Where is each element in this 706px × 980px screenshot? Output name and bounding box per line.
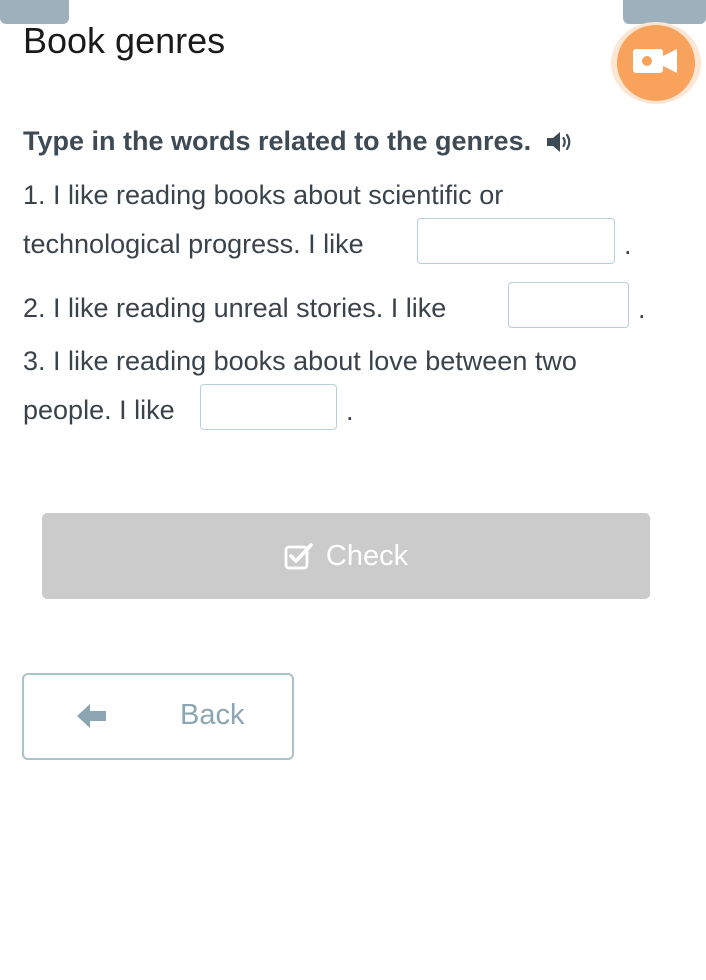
task-3-period: .: [346, 396, 354, 426]
check-button-label: Check: [325, 539, 409, 572]
top-right-tab[interactable]: [623, 0, 706, 24]
check-button[interactable]: Check: [42, 513, 650, 599]
task-3-line-2: people. I like: [23, 395, 175, 425]
back-button[interactable]: Back: [22, 673, 294, 760]
instruction-row: Type in the words related to the genres.: [23, 126, 573, 157]
video-call-button-face: [617, 25, 695, 101]
task-3-answer-input[interactable]: [200, 384, 337, 430]
checkbox-check-icon: [284, 542, 314, 570]
task-2-period: .: [638, 294, 646, 324]
page-title: Book genres: [23, 20, 226, 61]
video-call-button[interactable]: [611, 22, 701, 104]
instruction-text: Type in the words related to the genres.: [23, 126, 532, 156]
task-1-period: .: [624, 230, 632, 260]
video-camera-icon: [632, 46, 680, 81]
task-3-line-1: 3. I like reading books about love betwe…: [23, 346, 577, 376]
back-button-label: Back: [180, 699, 245, 731]
speaker-icon[interactable]: [545, 130, 573, 154]
task-1-line-2: technological progress. I like: [23, 229, 364, 259]
task-1-line-1: 1. I like reading books about scientific…: [23, 180, 504, 210]
arrow-left-icon: [76, 702, 108, 730]
task-1-answer-input[interactable]: [417, 218, 615, 264]
task-2-answer-input[interactable]: [508, 282, 629, 328]
task-2-line-1: 2. I like reading unreal stories. I like: [23, 293, 447, 323]
